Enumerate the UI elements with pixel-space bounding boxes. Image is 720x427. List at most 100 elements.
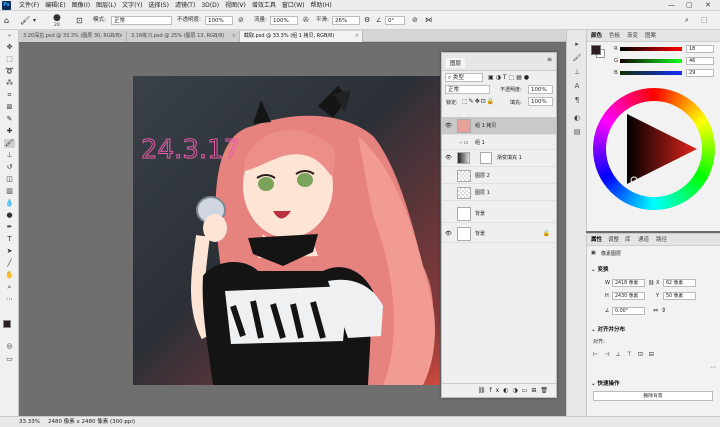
hand-tool-icon[interactable]: ✋ (4, 271, 15, 280)
y-field[interactable]: 50 像素 (663, 292, 696, 300)
tab-gradients[interactable]: 渐变 (627, 30, 638, 42)
more-options-icon[interactable]: ⋯ (710, 364, 716, 371)
quick-actions-title[interactable]: ⌄ 快速操作 (591, 379, 620, 387)
pressure-opacity-icon[interactable]: ⊘ (238, 11, 244, 30)
line-tool-icon[interactable]: ╱ (4, 259, 15, 268)
menu-image[interactable]: 图像(I) (69, 0, 93, 11)
blur-tool-icon[interactable]: 💧 (4, 199, 15, 208)
blue-slider[interactable] (620, 71, 682, 75)
green-slider[interactable] (620, 59, 682, 63)
crop-tool-icon[interactable]: ⌗ (4, 91, 15, 100)
paragraph-icon[interactable]: ¶ (572, 96, 582, 105)
angle-field[interactable]: 0.00° (612, 307, 645, 315)
close-tab-icon[interactable]: × (119, 31, 123, 42)
close-tab-icon[interactable]: × (232, 31, 236, 42)
tab-patterns[interactable]: 图案 (645, 30, 656, 42)
layer-row[interactable]: › ▭ 组 1 (442, 136, 556, 150)
menu-plugins[interactable]: 增效工具 (249, 0, 279, 11)
tab-libraries[interactable]: 库 (625, 234, 631, 246)
transform-section-title[interactable]: ⌄ 变换 (591, 265, 609, 273)
layer-row[interactable]: 👁 渐变填充 1 (442, 150, 556, 167)
opacity-field[interactable]: 100% (205, 16, 233, 25)
brush-settings-icon[interactable]: ⊡ (76, 11, 83, 30)
clone-source-icon[interactable]: ⊥ (572, 68, 582, 77)
artwork-canvas[interactable]: 24.3.17 (133, 76, 440, 385)
link-icon[interactable]: ⛓ (648, 280, 654, 286)
menu-view[interactable]: 视图(V) (222, 0, 249, 11)
tab-properties[interactable]: 属性 (591, 234, 602, 246)
history-brush-icon[interactable]: ↺ (4, 163, 15, 172)
lock-icons[interactable]: ⬚✎✥⊡🔒 (462, 98, 495, 105)
smoothing-field[interactable]: 26% (332, 16, 360, 25)
tab-channels[interactable]: 通道 (638, 234, 649, 246)
symmetry-icon[interactable]: ⋈ (425, 11, 432, 30)
menu-filter[interactable]: 滤镜(T) (172, 0, 198, 11)
more-tools-icon[interactable]: ⋯ (4, 295, 15, 304)
color-triangle[interactable] (593, 88, 715, 210)
quick-select-icon[interactable]: ⁂ (4, 79, 15, 88)
layer-action-icons[interactable]: ⛓fx◐◑▭⊞🗑 (478, 387, 552, 394)
flip-icons[interactable]: ⇔⇕ (653, 307, 669, 314)
tab-color[interactable]: 颜色 (591, 30, 602, 42)
layers-footer[interactable]: ⛓fx◐◑▭⊞🗑 (442, 383, 556, 397)
layer-row[interactable]: 图层 1 (442, 185, 556, 201)
lasso-tool-icon[interactable]: ➰ (4, 67, 15, 76)
pen-tool-icon[interactable]: ✒ (4, 223, 15, 232)
remove-background-button[interactable]: 删除背景 (593, 391, 713, 401)
tab-doc-1[interactable]: 3.20深拉.psd @ 33.3% (图层 30, RGB/8) × (19, 31, 127, 42)
close-icon[interactable]: ✕ (705, 0, 711, 11)
visibility-eye-icon[interactable]: 👁 (445, 225, 453, 243)
move-tool-icon[interactable]: ✥ (4, 43, 15, 52)
tab-doc-2[interactable]: 3.16练习.psd @ 25% (图层 13, RGB/8) × (127, 31, 240, 42)
gear-icon[interactable]: ⚙ (364, 11, 370, 30)
red-slider[interactable] (620, 47, 682, 51)
menu-3d[interactable]: 3D(D) (198, 0, 222, 11)
history-icon[interactable]: ▸ (572, 40, 582, 49)
mode-select[interactable]: 正常 (111, 16, 172, 25)
red-value[interactable]: 18 (686, 45, 714, 53)
brush-tool-icon[interactable]: 🖌 (4, 139, 15, 148)
visibility-eye-icon[interactable]: 👁 (445, 150, 453, 167)
layer-row[interactable]: 背景 (442, 205, 556, 223)
healing-brush-icon[interactable]: ✚ (4, 127, 15, 136)
collapse-icon[interactable]: » (4, 32, 15, 41)
quick-mask-icon[interactable]: ◎ (4, 342, 15, 351)
filter-icons[interactable]: ▣◑T⬚▤● (488, 74, 531, 81)
info-icon[interactable]: ▤ (572, 128, 582, 137)
minimize-icon[interactable]: — (668, 0, 675, 11)
angle-field[interactable]: 0° (385, 16, 405, 25)
green-value[interactable]: 46 (686, 57, 714, 65)
layer-filter-select[interactable]: ⌕ 类型 (445, 73, 483, 82)
fill-field[interactable]: 100% (528, 97, 553, 106)
width-field[interactable]: 2418 像素 (612, 279, 645, 287)
menu-file[interactable]: 文件(F) (16, 0, 42, 11)
eyedropper-icon[interactable]: ✎ (4, 115, 15, 124)
brush-tool-icon[interactable]: 🖌 (20, 11, 30, 30)
close-tab-icon[interactable]: × (355, 31, 359, 42)
menu-window[interactable]: 窗口(W) (279, 0, 308, 11)
tab-doc-3[interactable]: 截取.psd @ 33.3% (组 1 拷贝, RGB/8) × (240, 31, 363, 42)
airbrush-icon[interactable]: ✇ (303, 11, 309, 30)
marquee-tool-icon[interactable]: ⬚ (4, 55, 15, 64)
flow-field[interactable]: 100% (270, 16, 298, 25)
align-section-title[interactable]: ⌄ 对齐并分布 (591, 325, 625, 333)
layer-row[interactable]: 👁 背景 🔒 (442, 225, 556, 243)
blend-mode-select[interactable]: 正常 (445, 85, 490, 94)
path-select-icon[interactable]: ➤ (4, 247, 15, 256)
share-icon[interactable]: ⬚ (701, 11, 708, 30)
home-icon[interactable]: ⌂ (4, 11, 9, 30)
height-field[interactable]: 2430 像素 (612, 292, 645, 300)
dodge-tool-icon[interactable]: ● (4, 211, 15, 220)
layer-row[interactable]: 图层 2 (442, 168, 556, 184)
layer-row[interactable]: 👁 组 1 拷贝 (442, 117, 556, 135)
clone-stamp-icon[interactable]: ⊥ (4, 151, 15, 160)
menu-select[interactable]: 选择(S) (145, 0, 172, 11)
type-tool-icon[interactable]: T (4, 235, 15, 244)
brush-preset-panel-icon[interactable]: 🖌 (572, 54, 582, 63)
color-wheel[interactable] (593, 88, 715, 210)
chevron-down-icon[interactable]: ▾ (33, 11, 36, 30)
zoom-readout[interactable]: 33.33% (19, 417, 40, 427)
blue-value[interactable]: 29 (686, 69, 714, 77)
foreground-color-swatch[interactable] (3, 320, 11, 328)
tab-swatches[interactable]: 色板 (609, 30, 620, 42)
